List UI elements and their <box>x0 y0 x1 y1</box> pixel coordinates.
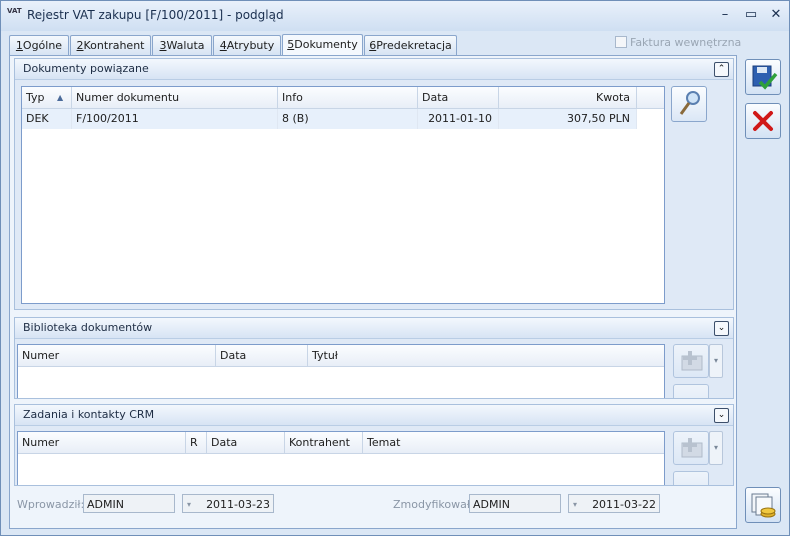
col-typ[interactable]: Typ ▲ <box>22 87 72 108</box>
documents-stack-button[interactable] <box>745 487 781 523</box>
col-numer[interactable]: Numer <box>18 345 216 366</box>
add-document-icon <box>681 351 703 371</box>
zmodyfikowal-user-field: ADMIN <box>469 494 561 513</box>
cell-typ: DEK <box>22 109 72 129</box>
col-r[interactable]: R <box>186 432 207 453</box>
collapse-down-icon[interactable]: ⌄ <box>714 408 729 423</box>
cell-kwota: 307,50 PLN <box>499 109 637 129</box>
biblioteka-group: Biblioteka dokumentów ⌄ Numer Data Tytuł… <box>14 317 734 399</box>
crm-grid[interactable]: Numer R Data Kontrahent Temat <box>17 431 665 485</box>
col-kontrahent[interactable]: Kontrahent <box>285 432 363 453</box>
dialog-window: VAT Rejestr VAT zakupu [F/100/2011] - po… <box>0 0 790 536</box>
col-numer[interactable]: Numer <box>18 432 186 453</box>
tab-dokumenty[interactable]: 5Dokumenty <box>282 34 363 56</box>
cancel-x-icon <box>753 111 773 131</box>
crm-grid-header: Numer R Data Kontrahent Temat <box>18 432 664 454</box>
zmodyfikowal-label: Zmodyfikował: <box>393 498 474 511</box>
add-task-icon <box>681 438 703 458</box>
col-info[interactable]: Info <box>278 87 418 108</box>
tab-predekretacja[interactable]: 6Predekretacja <box>364 35 457 55</box>
col-typ-label: Typ <box>26 91 45 104</box>
documents-coins-icon <box>751 493 776 518</box>
tab-atrybuty[interactable]: 4Atrybuty <box>213 35 281 55</box>
col-data[interactable]: Data <box>216 345 308 366</box>
tab-ogolne[interactable]: 1Ogólne <box>9 35 69 55</box>
wprowadzil-user-field: ADMIN <box>83 494 175 513</box>
close-window-button[interactable]: ✕ <box>766 6 786 24</box>
save-check-icon <box>752 65 778 90</box>
dokumenty-grid[interactable]: Typ ▲ Numer dokumentu Info Data Kwota DEK… <box>21 86 665 304</box>
task-secondary-button[interactable] <box>673 471 709 485</box>
save-button[interactable] <box>745 59 781 95</box>
date-dropdown-icon: ▾ <box>187 500 192 509</box>
dokumenty-powiazane-header: Dokumenty powiązane ⌃ <box>15 59 733 80</box>
title-bar: VAT Rejestr VAT zakupu [F/100/2011] - po… <box>1 1 789 31</box>
dokumenty-grid-header: Typ ▲ Numer dokumentu Info Data Kwota <box>22 87 664 109</box>
zmodyfikowal-date-value: 2011-03-22 <box>592 498 656 511</box>
biblioteka-grid-header: Numer Data Tytuł <box>18 345 664 367</box>
date-dropdown-icon: ▾ <box>573 500 578 509</box>
tab-atrybuty-label: Atrybuty <box>226 39 275 52</box>
col-data[interactable]: Data <box>207 432 285 453</box>
window-title: Rejestr VAT zakupu [F/100/2011] - podglą… <box>27 8 284 22</box>
col-filler <box>637 87 664 108</box>
vat-app-icon: VAT <box>7 7 22 15</box>
biblioteka-grid[interactable]: Numer Data Tytuł <box>17 344 665 398</box>
faktura-wewnetrzna-label: Faktura wewnętrzna <box>630 36 742 49</box>
tab-atrybuty-key: 4 <box>219 39 227 52</box>
add-document-button[interactable] <box>673 344 709 378</box>
minimize-button[interactable]: – <box>715 6 735 24</box>
faktura-wewnetrzna-checkbox[interactable] <box>615 36 627 48</box>
collapse-up-icon[interactable]: ⌃ <box>714 62 729 77</box>
add-document-dropdown-icon[interactable]: ▾ <box>709 344 723 378</box>
tab-ogolne-key: 1 <box>15 39 23 52</box>
tab-dokumenty-label: Dokumenty <box>294 38 358 51</box>
add-task-button[interactable] <box>673 431 709 465</box>
sort-ascending-icon: ▲ <box>57 93 64 102</box>
crm-title: Zadania i kontakty CRM <box>23 408 155 421</box>
wprowadzil-label: Wprowadził: <box>17 498 85 511</box>
col-numer-dokumentu[interactable]: Numer dokumentu <box>72 87 278 108</box>
cell-data: 2011-01-10 <box>418 109 499 129</box>
wprowadzil-date-field: ▾ 2011-03-23 <box>182 494 274 513</box>
tab-ogolne-label: Ogólne <box>22 39 63 52</box>
preview-button[interactable] <box>671 86 707 122</box>
tab-kontrahent-key: 2 <box>76 39 84 52</box>
tab-content-dokumenty: Dokumenty powiązane ⌃ Typ ▲ Numer dokumen… <box>9 55 737 529</box>
tab-kontrahent-label: Kontrahent <box>83 39 145 52</box>
cancel-button[interactable] <box>745 103 781 139</box>
cell-info: 8 (B) <box>278 109 418 129</box>
tab-waluta-label: Waluta <box>166 39 205 52</box>
maximize-button[interactable]: ▭ <box>741 6 761 24</box>
tab-kontrahent[interactable]: 2Kontrahent <box>70 35 151 55</box>
dokumenty-powiazane-title: Dokumenty powiązane <box>23 62 149 75</box>
biblioteka-header: Biblioteka dokumentów ⌄ <box>15 318 733 339</box>
dokumenty-powiazane-group: Dokumenty powiązane ⌃ Typ ▲ Numer dokumen… <box>14 58 734 310</box>
crm-group: Zadania i kontakty CRM ⌄ Numer R Data Ko… <box>14 404 734 486</box>
add-task-dropdown-icon[interactable]: ▾ <box>709 431 723 465</box>
col-kwota[interactable]: Kwota <box>499 87 637 108</box>
tab-waluta-key: 3 <box>159 39 167 52</box>
crm-header: Zadania i kontakty CRM ⌄ <box>15 405 733 426</box>
document-secondary-button[interactable] <box>673 384 709 398</box>
zmodyfikowal-date-field: ▾ 2011-03-22 <box>568 494 660 513</box>
magnifier-icon <box>679 91 700 115</box>
wprowadzil-date-value: 2011-03-23 <box>206 498 270 511</box>
biblioteka-title: Biblioteka dokumentów <box>23 321 153 334</box>
col-data[interactable]: Data <box>418 87 499 108</box>
table-row[interactable]: DEK F/100/2011 8 (B) 2011-01-10 307,50 P… <box>22 109 637 129</box>
col-tytul[interactable]: Tytuł <box>308 345 664 366</box>
tab-waluta[interactable]: 3Waluta <box>152 35 212 55</box>
cell-numer: F/100/2011 <box>72 109 278 129</box>
collapse-down-icon[interactable]: ⌄ <box>714 321 729 336</box>
tab-predekretacja-label: Predekretacja <box>376 39 452 52</box>
col-temat[interactable]: Temat <box>363 432 664 453</box>
faktura-wewnetrzna-option[interactable]: Faktura wewnętrzna <box>615 36 741 49</box>
